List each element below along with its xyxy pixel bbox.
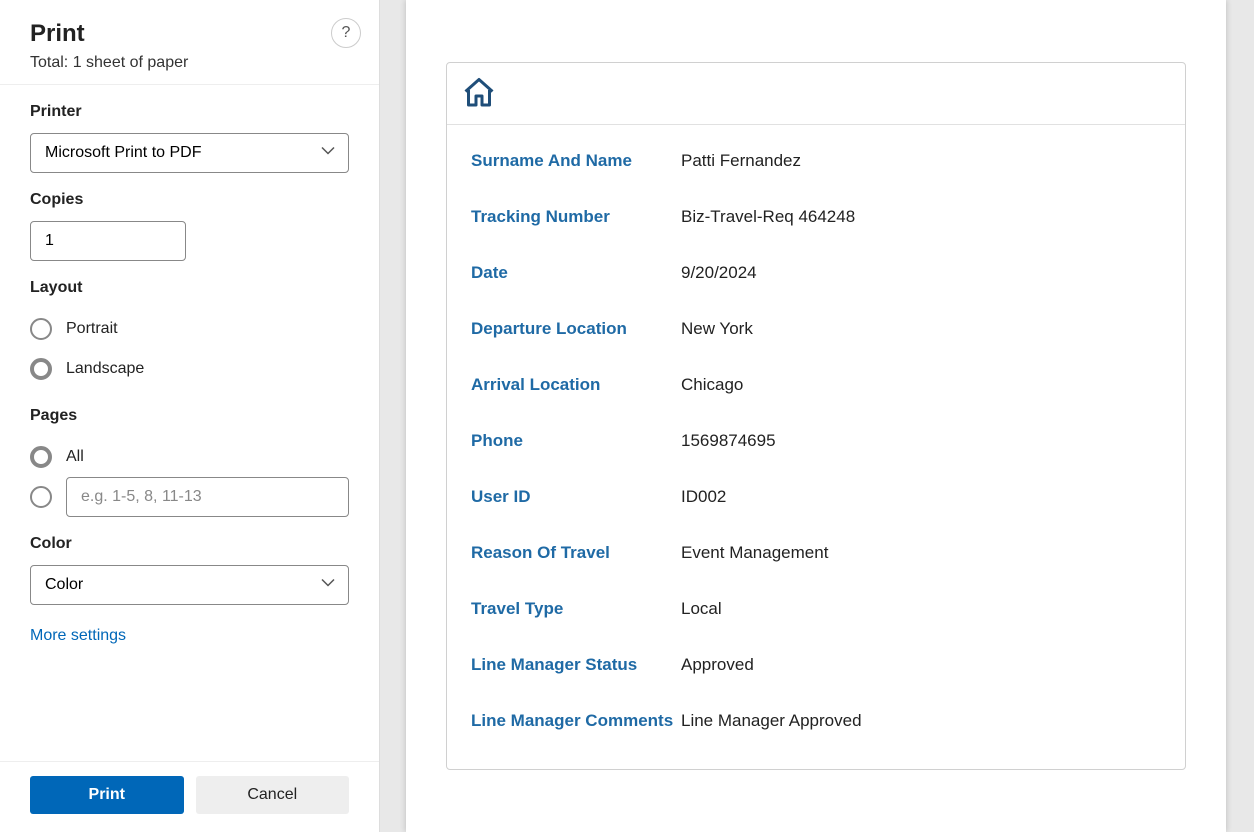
field-label: Departure Location — [471, 319, 681, 339]
field-row: Line Manager StatusApproved — [471, 637, 1161, 693]
field-value: 1569874695 — [681, 431, 776, 451]
more-settings-link[interactable]: More settings — [30, 627, 126, 645]
pages-custom-option[interactable] — [30, 477, 349, 517]
field-value: New York — [681, 319, 753, 339]
field-value: Patti Fernandez — [681, 151, 801, 171]
field-row: Travel TypeLocal — [471, 581, 1161, 637]
copies-input[interactable] — [30, 221, 186, 261]
pages-all-label: All — [66, 448, 84, 466]
field-label: Line Manager Comments — [471, 711, 681, 731]
home-icon — [461, 98, 497, 115]
field-row: Line Manager CommentsLine Manager Approv… — [471, 693, 1161, 749]
field-row: Phone1569874695 — [471, 413, 1161, 469]
print-panel: ? Print Total: 1 sheet of paper Printer … — [0, 0, 380, 832]
cancel-button[interactable]: Cancel — [196, 776, 350, 814]
panel-title: Print — [30, 20, 349, 48]
field-label: User ID — [471, 487, 681, 507]
field-row: Reason Of TravelEvent Management — [471, 525, 1161, 581]
copies-label: Copies — [30, 191, 349, 209]
color-value: Color — [45, 576, 83, 594]
chevron-down-icon — [320, 575, 336, 596]
printer-label: Printer — [30, 103, 349, 121]
layout-landscape-option[interactable]: Landscape — [30, 349, 349, 389]
field-value: ID002 — [681, 487, 726, 507]
field-row: Arrival LocationChicago — [471, 357, 1161, 413]
field-row: Surname And NamePatti Fernandez — [471, 133, 1161, 189]
layout-portrait-option[interactable]: Portrait — [30, 309, 349, 349]
print-preview-area: Surname And NamePatti FernandezTracking … — [380, 0, 1254, 832]
layout-portrait-label: Portrait — [66, 320, 118, 338]
pages-label: Pages — [30, 407, 349, 425]
panel-subtitle: Total: 1 sheet of paper — [30, 54, 349, 72]
field-row: User IDID002 — [471, 469, 1161, 525]
document-card: Surname And NamePatti FernandezTracking … — [446, 62, 1186, 770]
field-value: Line Manager Approved — [681, 711, 862, 731]
field-row: Departure LocationNew York — [471, 301, 1161, 357]
panel-footer: Print Cancel — [0, 761, 379, 832]
field-label: Reason Of Travel — [471, 543, 681, 563]
preview-page: Surname And NamePatti FernandezTracking … — [406, 0, 1226, 832]
field-label: Arrival Location — [471, 375, 681, 395]
field-value: Approved — [681, 655, 754, 675]
panel-body: Printer Microsoft Print to PDF Copies La… — [0, 84, 379, 761]
field-row: Date9/20/2024 — [471, 245, 1161, 301]
printer-select[interactable]: Microsoft Print to PDF — [30, 133, 349, 173]
field-value: Event Management — [681, 543, 828, 563]
panel-header: Print Total: 1 sheet of paper — [0, 0, 379, 84]
pages-range-input[interactable] — [66, 477, 349, 517]
radio-icon — [30, 318, 52, 340]
printer-value: Microsoft Print to PDF — [45, 144, 201, 162]
field-value: Chicago — [681, 375, 743, 395]
chevron-down-icon — [320, 143, 336, 164]
field-label: Date — [471, 263, 681, 283]
document-card-header — [447, 63, 1185, 125]
field-value: 9/20/2024 — [681, 263, 757, 283]
field-row: Tracking NumberBiz-Travel-Req 464248 — [471, 189, 1161, 245]
help-button[interactable]: ? — [331, 18, 361, 48]
color-label: Color — [30, 535, 349, 553]
layout-label: Layout — [30, 279, 349, 297]
field-label: Line Manager Status — [471, 655, 681, 675]
radio-icon — [30, 358, 52, 380]
field-value: Local — [681, 599, 722, 619]
print-button[interactable]: Print — [30, 776, 184, 814]
color-select[interactable]: Color — [30, 565, 349, 605]
pages-all-option[interactable]: All — [30, 437, 349, 477]
layout-landscape-label: Landscape — [66, 360, 144, 378]
field-label: Surname And Name — [471, 151, 681, 171]
field-label: Tracking Number — [471, 207, 681, 227]
field-label: Phone — [471, 431, 681, 451]
field-label: Travel Type — [471, 599, 681, 619]
radio-icon — [30, 446, 52, 468]
radio-icon — [30, 486, 52, 508]
field-value: Biz-Travel-Req 464248 — [681, 207, 855, 227]
document-card-body: Surname And NamePatti FernandezTracking … — [447, 125, 1185, 769]
